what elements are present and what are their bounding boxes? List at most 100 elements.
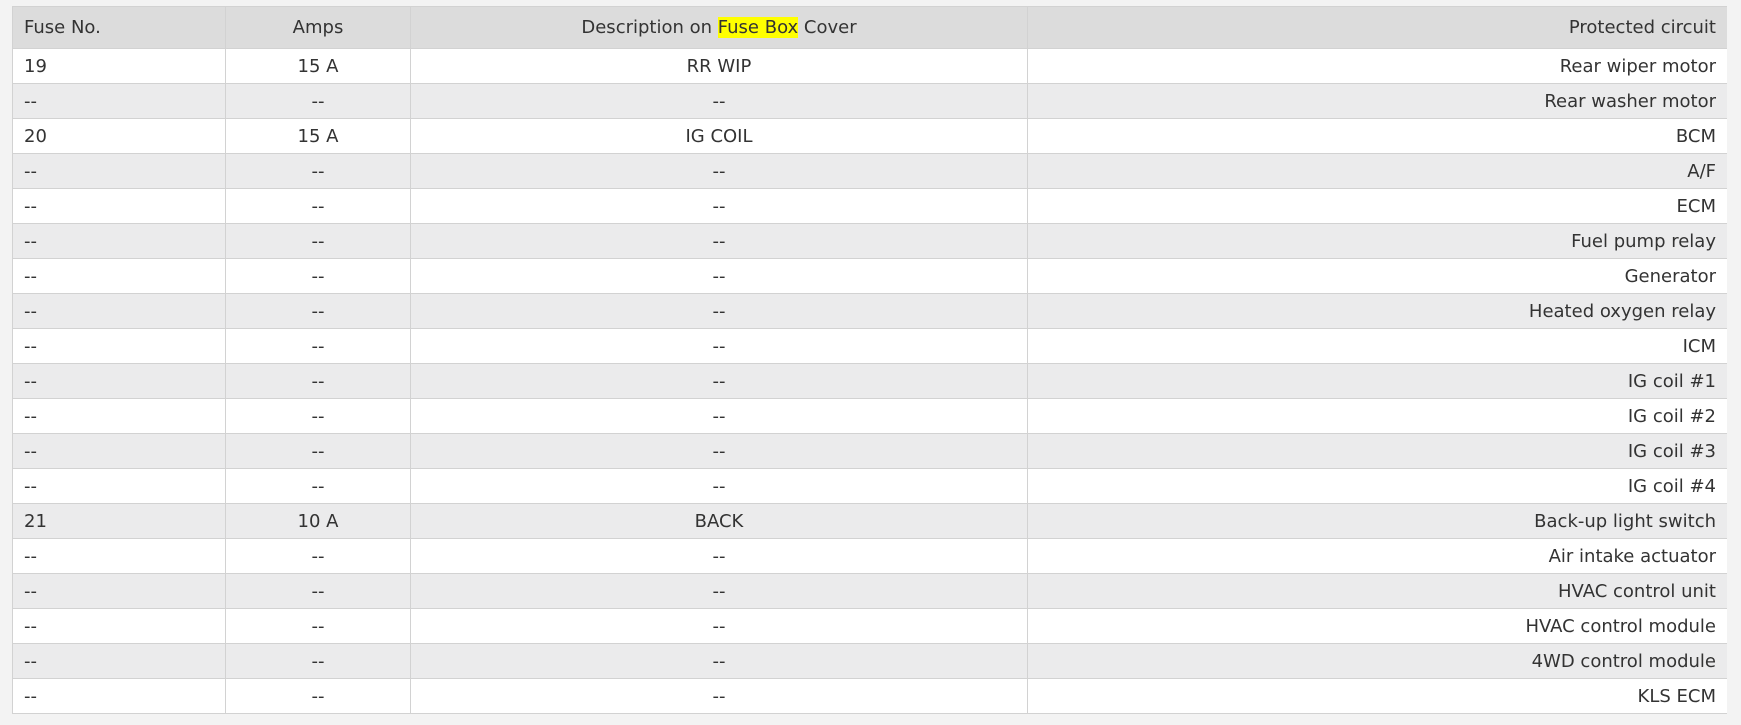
cell-protected-circuit: A/F — [1027, 153, 1727, 189]
cell-fuse-no: -- — [12, 678, 226, 714]
table-row: -- -- -- IG coil #2 — [12, 398, 1727, 434]
cell-protected-circuit: ICM — [1027, 328, 1727, 364]
cell-amps: -- — [225, 293, 411, 329]
cell-amps: -- — [225, 153, 411, 189]
cell-description: -- — [410, 83, 1028, 119]
cell-fuse-no: -- — [12, 398, 226, 434]
search-highlight: Fuse Box — [717, 17, 799, 38]
cell-amps: -- — [225, 678, 411, 714]
cell-amps: -- — [225, 608, 411, 644]
cell-protected-circuit: HVAC control unit — [1027, 573, 1727, 609]
cell-fuse-no: -- — [12, 258, 226, 294]
cell-description: -- — [410, 328, 1028, 364]
cell-protected-circuit: ECM — [1027, 188, 1727, 224]
cell-amps: -- — [225, 468, 411, 504]
table-row: 20 15 A IG COIL BCM — [12, 118, 1727, 154]
cell-amps: -- — [225, 538, 411, 574]
cell-description: -- — [410, 258, 1028, 294]
cell-description: -- — [410, 468, 1028, 504]
cell-protected-circuit: BCM — [1027, 118, 1727, 154]
cell-amps: 15 A — [225, 118, 411, 154]
page: Fuse No. Amps Description on Fuse Box Co… — [12, 6, 1727, 725]
cell-description: -- — [410, 538, 1028, 574]
cell-amps: -- — [225, 328, 411, 364]
fuse-table: Fuse No. Amps Description on Fuse Box Co… — [12, 6, 1727, 714]
cell-description: -- — [410, 678, 1028, 714]
cell-amps: -- — [225, 363, 411, 399]
cell-protected-circuit: 4WD control module — [1027, 643, 1727, 679]
cell-fuse-no: -- — [12, 433, 226, 469]
cell-description: -- — [410, 293, 1028, 329]
table-row: -- -- -- HVAC control module — [12, 608, 1727, 644]
cell-fuse-no: 21 — [12, 503, 226, 539]
table-row: -- -- -- Heated oxygen relay — [12, 293, 1727, 329]
cell-description: -- — [410, 153, 1028, 189]
cell-amps: -- — [225, 398, 411, 434]
cell-protected-circuit: Rear washer motor — [1027, 83, 1727, 119]
cell-fuse-no: -- — [12, 83, 226, 119]
cell-protected-circuit: Back-up light switch — [1027, 503, 1727, 539]
cell-fuse-no: -- — [12, 328, 226, 364]
cell-description: -- — [410, 433, 1028, 469]
cell-fuse-no: -- — [12, 223, 226, 259]
table-row: -- -- -- Air intake actuator — [12, 538, 1727, 574]
table-row: -- -- -- 4WD control module — [12, 643, 1727, 679]
table-row: 19 15 A RR WIP Rear wiper motor — [12, 48, 1727, 84]
cell-fuse-no: 19 — [12, 48, 226, 84]
cell-protected-circuit: IG coil #3 — [1027, 433, 1727, 469]
table-row: -- -- -- IG coil #3 — [12, 433, 1727, 469]
header-protected-circuit: Protected circuit — [1027, 6, 1727, 49]
cell-fuse-no: -- — [12, 468, 226, 504]
table-row: -- -- -- A/F — [12, 153, 1727, 189]
table-header: Fuse No. Amps Description on Fuse Box Co… — [12, 6, 1727, 49]
cell-description: -- — [410, 363, 1028, 399]
cell-protected-circuit: Air intake actuator — [1027, 538, 1727, 574]
cell-protected-circuit: Generator — [1027, 258, 1727, 294]
table-row: -- -- -- KLS ECM — [12, 678, 1727, 714]
cell-protected-circuit: HVAC control module — [1027, 608, 1727, 644]
table-row: -- -- -- Rear washer motor — [12, 83, 1727, 119]
table-row: 21 10 A BACK Back-up light switch — [12, 503, 1727, 539]
header-amps: Amps — [225, 6, 411, 49]
cell-description: -- — [410, 643, 1028, 679]
cell-amps: -- — [225, 258, 411, 294]
cell-protected-circuit: IG coil #1 — [1027, 363, 1727, 399]
table-body: 19 15 A RR WIP Rear wiper motor -- -- -- Rear w… — [12, 48, 1727, 714]
cell-description: -- — [410, 223, 1028, 259]
table-row: -- -- -- IG coil #4 — [12, 468, 1727, 504]
cell-amps: -- — [225, 188, 411, 224]
cell-protected-circuit: IG coil #4 — [1027, 468, 1727, 504]
cell-protected-circuit: Fuel pump relay — [1027, 223, 1727, 259]
cell-protected-circuit: IG coil #2 — [1027, 398, 1727, 434]
cell-protected-circuit: Heated oxygen relay — [1027, 293, 1727, 329]
cell-amps: 10 A — [225, 503, 411, 539]
table-row: -- -- -- HVAC control unit — [12, 573, 1727, 609]
cell-fuse-no: -- — [12, 188, 226, 224]
cell-amps: -- — [225, 433, 411, 469]
cell-amps: -- — [225, 643, 411, 679]
header-description: Description on Fuse Box Cover — [410, 6, 1028, 49]
table-row: -- -- -- ICM — [12, 328, 1727, 364]
cell-fuse-no: -- — [12, 643, 226, 679]
cell-fuse-no: -- — [12, 153, 226, 189]
table-row: -- -- -- ECM — [12, 188, 1727, 224]
cell-fuse-no: -- — [12, 363, 226, 399]
table-row: -- -- -- Fuel pump relay — [12, 223, 1727, 259]
header-description-before: Description on — [581, 17, 718, 38]
cell-protected-circuit: KLS ECM — [1027, 678, 1727, 714]
cell-description: -- — [410, 398, 1028, 434]
cell-fuse-no: -- — [12, 538, 226, 574]
cell-description: -- — [410, 188, 1028, 224]
cell-fuse-no: -- — [12, 293, 226, 329]
cell-description: RR WIP — [410, 48, 1028, 84]
cell-amps: -- — [225, 573, 411, 609]
table-row: -- -- -- Generator — [12, 258, 1727, 294]
table-row: -- -- -- IG coil #1 — [12, 363, 1727, 399]
cell-amps: -- — [225, 83, 411, 119]
cell-description: -- — [410, 608, 1028, 644]
cell-amps: 15 A — [225, 48, 411, 84]
cell-fuse-no: -- — [12, 608, 226, 644]
cell-description: BACK — [410, 503, 1028, 539]
cell-protected-circuit: Rear wiper motor — [1027, 48, 1727, 84]
header-fuse-no: Fuse No. — [12, 6, 226, 49]
